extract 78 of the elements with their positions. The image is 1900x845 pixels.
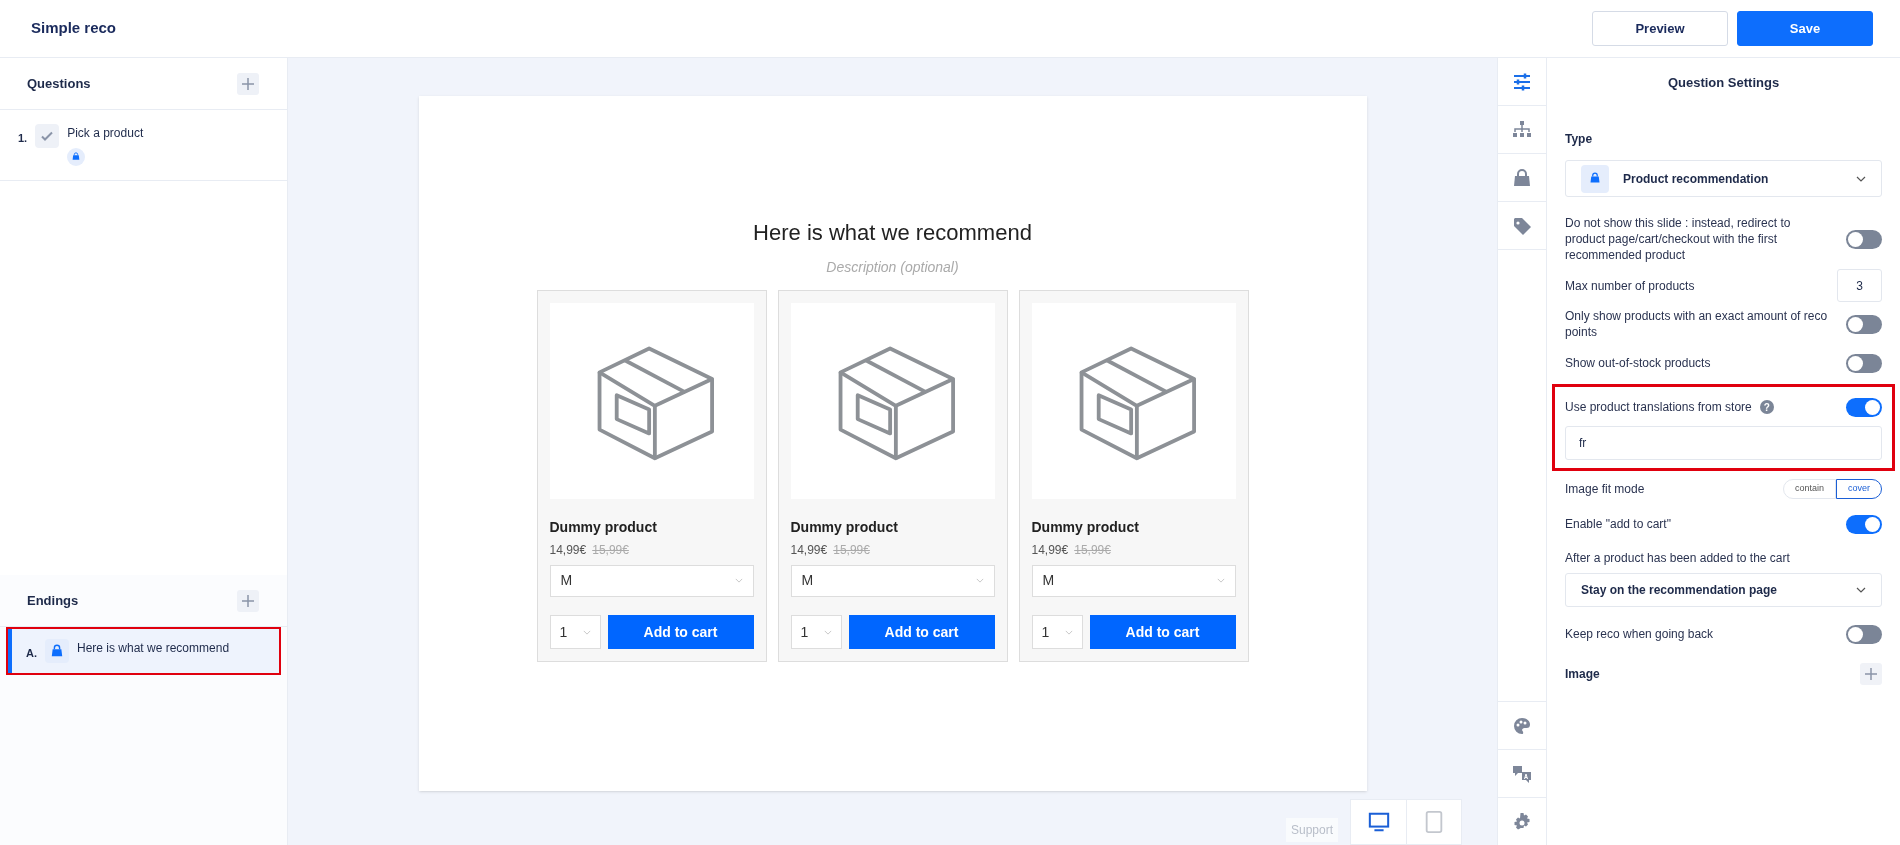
settings-icon	[1512, 811, 1532, 832]
toggle-switch[interactable]	[1846, 314, 1882, 334]
chevron-icon	[1216, 578, 1225, 584]
add-to-cart-button[interactable]: Add to cart	[1089, 615, 1236, 649]
chevron-icon	[823, 629, 832, 635]
old-price: 15,99€	[592, 541, 629, 559]
chevron-icon	[734, 578, 743, 584]
quantity-select[interactable]: 1	[549, 615, 601, 649]
preview-title: Here is what we recommend	[753, 219, 1032, 247]
add-icon[interactable]	[237, 72, 259, 95]
type-select[interactable]: Product recommendation	[1565, 160, 1882, 197]
number-input[interactable]: 3	[1837, 269, 1882, 302]
product-name: Dummy product	[549, 517, 658, 537]
monitor-icon	[1367, 811, 1390, 833]
toggle-switch[interactable]	[1846, 397, 1882, 417]
add-to-cart-button[interactable]: Add to cart	[848, 615, 995, 649]
palette-icon	[1512, 715, 1532, 736]
selection-bar	[8, 629, 12, 673]
language-input[interactable]: fr	[1565, 426, 1882, 460]
old-price: 15,99€	[833, 541, 870, 559]
hierarchy-icon	[1512, 119, 1532, 140]
section-heading: Type	[1565, 132, 1593, 146]
setting-label: Use product translations from store	[1565, 399, 1752, 415]
variant-select[interactable]: M	[1031, 564, 1236, 597]
variant-select[interactable]: M	[549, 564, 754, 597]
product-price: 14,99€	[549, 541, 587, 559]
product-price: 14,99€	[790, 541, 828, 559]
old-price: 15,99€	[1074, 541, 1111, 559]
tablet-icon	[1423, 811, 1445, 833]
bag-icon	[1512, 167, 1532, 188]
item-number: 1.	[18, 131, 28, 146]
dropdown-select[interactable]: Stay on the recommendation page	[1565, 573, 1882, 607]
item-label: Here is what we recommend	[77, 640, 230, 657]
tag-icon	[1512, 215, 1532, 236]
check-icon	[35, 124, 60, 148]
chevron-icon	[1856, 175, 1866, 182]
setting-label: Enable "add to cart"	[1565, 516, 1671, 532]
preview-button[interactable]: Preview	[1592, 11, 1728, 46]
chevron-icon	[975, 578, 984, 584]
sliders-icon	[1512, 71, 1532, 92]
product-price: 14,99€	[1031, 541, 1069, 559]
chevron-icon	[582, 629, 591, 635]
section-heading: Image	[1565, 666, 1600, 683]
save-button[interactable]: Save	[1737, 11, 1873, 46]
setting-label: Only show products with an exact amount of reco points	[1565, 308, 1829, 340]
help-icon[interactable]: ?	[1759, 400, 1774, 414]
toggle-switch[interactable]	[1846, 514, 1882, 534]
add-icon[interactable]	[1860, 663, 1882, 685]
translate-icon	[1512, 763, 1532, 784]
setting-label: Max number of products	[1565, 277, 1695, 295]
section-title: Endings	[27, 591, 79, 610]
item-number: A.	[26, 646, 37, 661]
app-title: Simple reco	[31, 18, 117, 39]
bag-icon	[45, 639, 69, 663]
quantity-select[interactable]: 1	[790, 615, 842, 649]
item-label: Pick a product	[67, 125, 144, 142]
panel-title: Question Settings	[1666, 74, 1781, 93]
section-title: Questions	[27, 74, 91, 93]
chevron-icon	[1856, 587, 1866, 593]
setting-label: Show out-of-stock products	[1565, 355, 1711, 371]
description-field[interactable]: Description (optional)	[762, 257, 1023, 278]
product-name: Dummy product	[790, 517, 899, 537]
chevron-icon	[1064, 629, 1073, 635]
toggle-switch[interactable]	[1846, 229, 1882, 249]
toggle-switch[interactable]	[1846, 624, 1882, 644]
setting-label: Image fit mode	[1565, 481, 1645, 498]
add-to-cart-button[interactable]: Add to cart	[607, 615, 754, 649]
bag-icon	[67, 148, 86, 166]
list-item[interactable]: A. Here is what we recommend	[6, 627, 281, 675]
setting-label: Do not show this slide : instead, redirect to product page/cart/checkout with the first recommended product	[1565, 215, 1792, 263]
setting-label: After a product has been added to the cart	[1565, 550, 1790, 567]
quantity-select[interactable]: 1	[1031, 615, 1083, 649]
toggle-switch[interactable]	[1846, 353, 1882, 373]
setting-label: Keep reco when going back	[1565, 626, 1714, 642]
bag-icon	[1581, 164, 1609, 193]
variant-select[interactable]: M	[790, 564, 995, 597]
product-name: Dummy product	[1031, 517, 1140, 537]
add-icon[interactable]	[237, 589, 259, 612]
